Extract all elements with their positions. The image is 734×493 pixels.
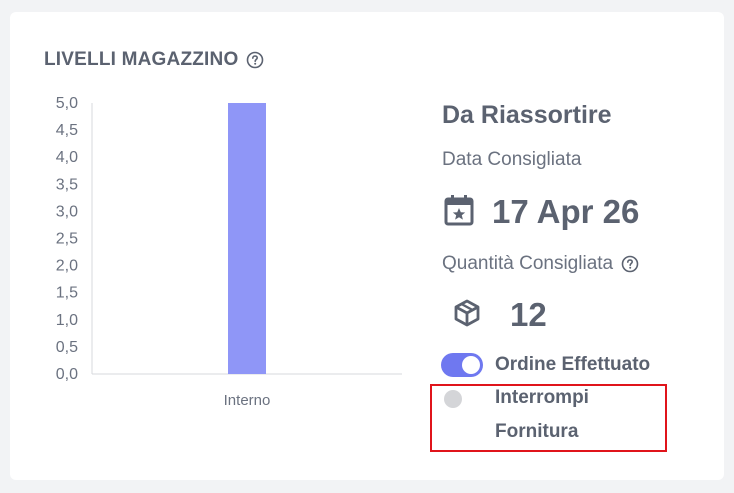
y-tick-label: 3,0 bbox=[56, 203, 78, 220]
calendar-star-icon bbox=[444, 194, 474, 231]
suggested-date-value: 17 Apr 26 bbox=[492, 193, 640, 230]
bar-interno[interactable] bbox=[228, 103, 266, 374]
y-tick-label: 2,0 bbox=[56, 258, 78, 275]
y-tick-label: 0,5 bbox=[56, 339, 78, 356]
suggested-quantity-row: 12 bbox=[452, 296, 547, 334]
quantity-label: Quantità Consigliata bbox=[442, 253, 614, 274]
question-circle-icon[interactable] bbox=[246, 51, 264, 69]
restock-title: Da Riassortire bbox=[442, 101, 612, 129]
y-tick-label: 1,0 bbox=[56, 312, 78, 329]
toggle-knob bbox=[462, 356, 480, 374]
y-tick-label: 5,0 bbox=[56, 95, 78, 112]
y-tick-label: 2,5 bbox=[56, 231, 78, 248]
y-tick-label: 4,0 bbox=[56, 149, 78, 166]
y-tick-label: 3,5 bbox=[56, 176, 78, 193]
date-label: Data Consigliata bbox=[442, 149, 582, 170]
stock-bar-chart: 0,0 0,5 1,0 1,5 2,0 2,5 3,0 3,5 4,0 4,5 5,0 Interno bbox=[40, 88, 410, 418]
quantity-help-icon[interactable] bbox=[621, 255, 639, 273]
y-tick-label: 0,0 bbox=[56, 366, 78, 383]
y-tick-label: 1,5 bbox=[56, 285, 78, 302]
suggested-quantity-value: 12 bbox=[510, 296, 547, 333]
quantity-label-row: Quantità Consigliata bbox=[442, 253, 639, 275]
highlight-box bbox=[430, 384, 667, 452]
order-placed-row[interactable]: Ordine Effettuato bbox=[441, 352, 650, 381]
card-title: LIVELLI MAGAZZINO bbox=[44, 49, 264, 71]
y-tick-label: 4,5 bbox=[56, 122, 78, 139]
chart-svg: 0,0 0,5 1,0 1,5 2,0 2,5 3,0 3,5 4,0 4,5 5,0 Interno bbox=[56, 95, 402, 409]
suggested-date-row: 17 Apr 26 bbox=[444, 193, 639, 231]
order-placed-toggle[interactable] bbox=[441, 353, 483, 377]
order-placed-label[interactable]: Ordine Effettuato bbox=[495, 348, 650, 381]
card-title-text: LIVELLI MAGAZZINO bbox=[44, 49, 239, 70]
box-icon bbox=[452, 298, 482, 333]
x-category-label: Interno bbox=[224, 392, 271, 409]
